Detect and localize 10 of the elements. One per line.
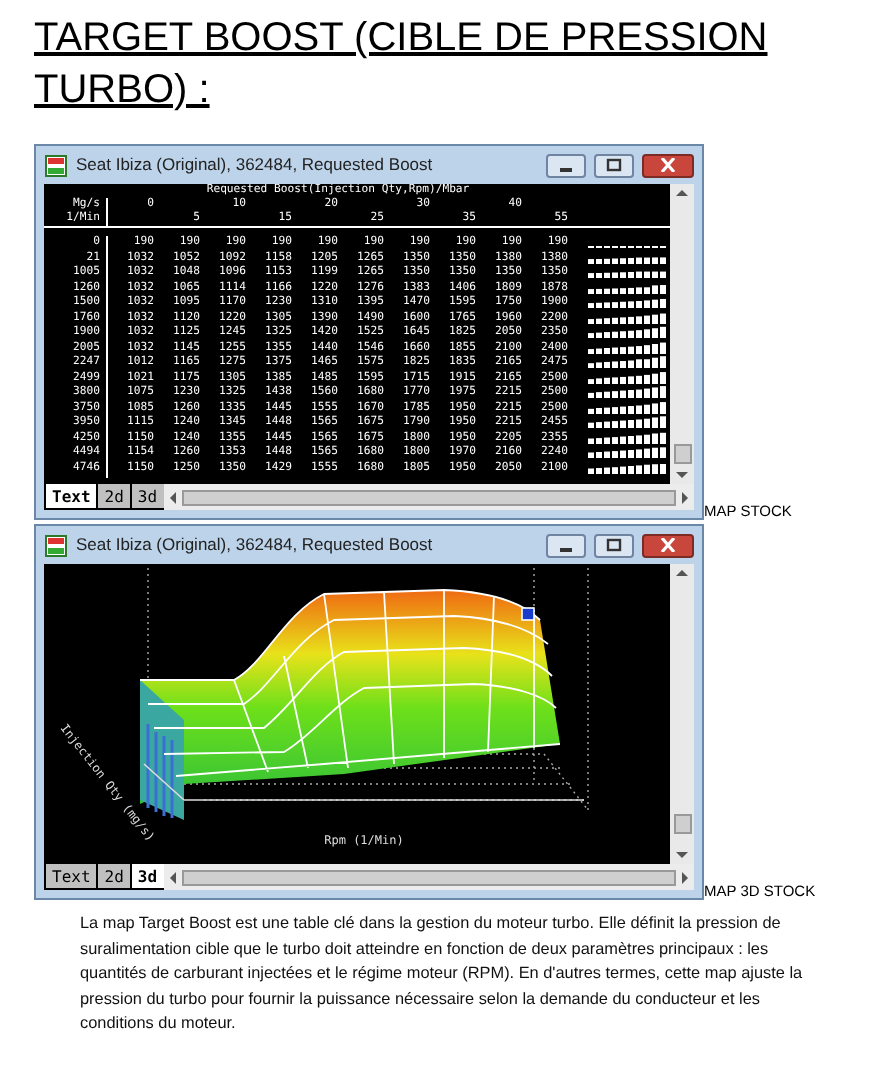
view-tab[interactable]: 3d xyxy=(129,864,166,890)
view-tab[interactable]: Text xyxy=(44,864,99,890)
view-tab[interactable]: Text xyxy=(44,484,99,510)
window-title: Seat Ibiza (Original), 362484, Requested Boost xyxy=(76,532,435,558)
view-tab[interactable]: 2d xyxy=(96,864,132,890)
body-paragraph: La map Target Boost est une table clé dans la gestion du moteur turbo. Elle définit la pression de suralimentation cible que le turbo doit atteindre en fonction de deux paramètres principaux : les quantités de carburant injectées et le régime moteur (RPM). En d'autres termes, cette map ajuste la pression du turbo pour fournir la puissance nécessaire selon la demande du conducteur et les conditions du moteur. xyxy=(80,912,805,1036)
page-heading: TARGET BOOST (CIBLE DE PRESSION TURBO) : xyxy=(34,14,770,116)
view-tab[interactable]: 3d xyxy=(129,484,166,510)
window-title: Seat Ibiza (Original), 362484, Requested Boost xyxy=(76,152,435,178)
view-tab[interactable]: 2d xyxy=(96,484,132,510)
